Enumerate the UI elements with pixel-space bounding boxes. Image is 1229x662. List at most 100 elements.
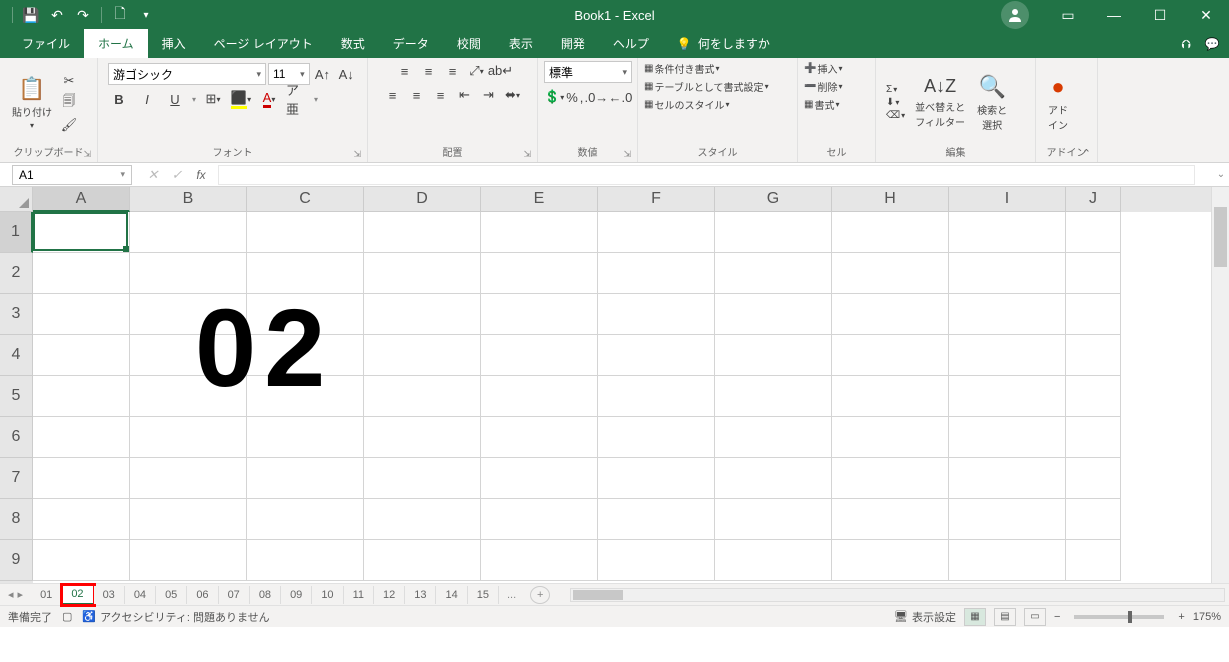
font-color-button[interactable]: A▾ xyxy=(258,89,280,109)
paste-button[interactable]: 📋 貼り付け ▾ xyxy=(6,74,58,132)
copy-button[interactable]: 🗐 xyxy=(58,93,80,113)
decrease-indent-button[interactable]: ⇤ xyxy=(454,85,476,105)
bold-button[interactable]: B xyxy=(108,89,130,109)
cell[interactable] xyxy=(481,253,598,294)
cell[interactable] xyxy=(364,458,481,499)
row-header-8[interactable]: 8 xyxy=(0,499,33,540)
cell[interactable] xyxy=(481,540,598,581)
cell[interactable] xyxy=(247,540,364,581)
fill-color-button[interactable]: ⬛▾ xyxy=(230,89,252,109)
page-layout-view-button[interactable]: ▤ xyxy=(994,608,1016,626)
increase-indent-button[interactable]: ⇥ xyxy=(478,85,500,105)
align-top-button[interactable]: ≡ xyxy=(394,61,416,81)
cell[interactable] xyxy=(598,499,715,540)
cell[interactable] xyxy=(715,540,832,581)
increase-decimal-button[interactable]: .0→ xyxy=(585,87,607,107)
cell[interactable] xyxy=(832,253,949,294)
fill-button[interactable]: ⬇ ▾ xyxy=(886,97,905,108)
cell[interactable] xyxy=(1066,253,1121,294)
format-painter-button[interactable]: 🖌 xyxy=(58,115,80,135)
sheet-tab-14[interactable]: 14 xyxy=(436,586,467,604)
tab-home[interactable]: ホーム xyxy=(84,29,148,58)
cell[interactable] xyxy=(481,458,598,499)
collapse-ribbon-button[interactable]: ⌃ xyxy=(1082,147,1091,160)
font-name-combo[interactable]: 游ゴシック▾ xyxy=(108,63,266,85)
column-header-I[interactable]: I xyxy=(949,187,1066,212)
sheet-next-button[interactable]: ▸ xyxy=(18,588,24,601)
sort-filter-button[interactable]: A↓Z並べ替えと フィルター xyxy=(909,74,971,131)
column-header-C[interactable]: C xyxy=(247,187,364,212)
vertical-scrollbar[interactable] xyxy=(1211,187,1229,583)
account-icon[interactable] xyxy=(1001,1,1029,29)
save-button[interactable]: 💾 xyxy=(19,3,43,27)
column-header-E[interactable]: E xyxy=(481,187,598,212)
percent-button[interactable]: % xyxy=(566,87,578,107)
cell[interactable] xyxy=(598,458,715,499)
delete-cells-button[interactable]: ➖削除 ▾ xyxy=(804,79,842,94)
insert-cells-button[interactable]: ➕挿入 ▾ xyxy=(804,61,842,76)
cell[interactable] xyxy=(949,540,1066,581)
cell[interactable] xyxy=(33,376,130,417)
sheet-tab-05[interactable]: 05 xyxy=(156,586,187,604)
cell[interactable] xyxy=(715,253,832,294)
border-button[interactable]: ⊞▾ xyxy=(202,89,224,109)
tab-formulas[interactable]: 数式 xyxy=(327,29,379,58)
merge-button[interactable]: ⬌▾ xyxy=(502,85,524,105)
cell[interactable] xyxy=(949,212,1066,253)
wrap-text-button[interactable]: ab↵ xyxy=(490,61,512,81)
cell[interactable] xyxy=(832,294,949,335)
cell[interactable] xyxy=(949,417,1066,458)
column-header-J[interactable]: J xyxy=(1066,187,1121,212)
row-header-4[interactable]: 4 xyxy=(0,335,33,376)
cell[interactable] xyxy=(949,499,1066,540)
cell[interactable] xyxy=(481,417,598,458)
ribbon-display-options[interactable]: ▭ xyxy=(1045,0,1091,30)
sheet-tab-02[interactable]: 02 xyxy=(62,585,93,605)
decrease-decimal-button[interactable]: ←.0 xyxy=(609,87,631,107)
cell[interactable] xyxy=(949,294,1066,335)
font-launcher[interactable]: ⇲ xyxy=(353,149,361,160)
cell[interactable] xyxy=(598,335,715,376)
cell[interactable] xyxy=(364,376,481,417)
cell[interactable] xyxy=(832,335,949,376)
number-format-combo[interactable]: 標準▾ xyxy=(544,61,632,83)
cell[interactable] xyxy=(832,499,949,540)
tell-me[interactable]: 💡 何をしますか xyxy=(663,29,784,58)
phonetic-button[interactable]: ア亜 xyxy=(286,89,308,109)
cell[interactable] xyxy=(1066,417,1121,458)
tab-insert[interactable]: 挿入 xyxy=(148,29,200,58)
cell[interactable] xyxy=(364,417,481,458)
format-cells-button[interactable]: ▦書式 ▾ xyxy=(804,97,839,112)
cell[interactable] xyxy=(832,212,949,253)
expand-formula-bar[interactable]: ⌄ xyxy=(1213,169,1229,180)
italic-button[interactable]: I xyxy=(136,89,158,109)
comma-button[interactable]: , xyxy=(580,87,584,107)
cell[interactable] xyxy=(364,253,481,294)
cell[interactable] xyxy=(33,417,130,458)
format-as-table-button[interactable]: ▦テーブルとして書式設定 ▾ xyxy=(644,79,769,94)
cell[interactable] xyxy=(33,540,130,581)
cell[interactable] xyxy=(130,417,247,458)
zoom-level[interactable]: 175% xyxy=(1193,611,1221,623)
cell[interactable] xyxy=(1066,376,1121,417)
cell[interactable] xyxy=(33,499,130,540)
enter-formula-button[interactable]: ✓ xyxy=(166,165,188,185)
clipboard-launcher[interactable]: ⇲ xyxy=(83,149,91,160)
macro-record-icon[interactable]: ▢ xyxy=(62,610,72,623)
cell[interactable] xyxy=(33,294,130,335)
cell[interactable] xyxy=(715,417,832,458)
cell[interactable] xyxy=(832,540,949,581)
cell[interactable] xyxy=(33,458,130,499)
tab-view[interactable]: 表示 xyxy=(495,29,547,58)
cell[interactable] xyxy=(364,335,481,376)
cell[interactable] xyxy=(715,458,832,499)
sheet-tab-11[interactable]: 11 xyxy=(344,586,374,604)
cell[interactable] xyxy=(1066,212,1121,253)
cell[interactable] xyxy=(130,499,247,540)
column-header-A[interactable]: A xyxy=(33,187,130,212)
cell[interactable] xyxy=(481,212,598,253)
horizontal-scrollbar[interactable] xyxy=(570,588,1225,602)
cell[interactable] xyxy=(715,335,832,376)
cell[interactable] xyxy=(949,458,1066,499)
cell[interactable] xyxy=(598,376,715,417)
